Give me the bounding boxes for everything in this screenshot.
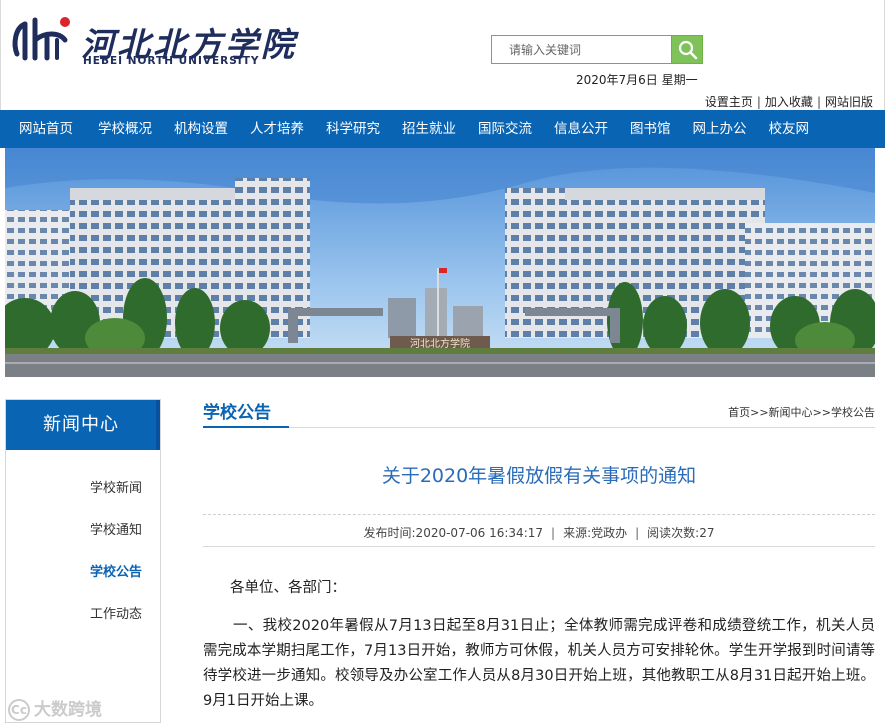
section-divider-accent bbox=[203, 426, 289, 428]
nav-item-education[interactable]: 人才培养 bbox=[239, 110, 315, 148]
watermark-logo: Cc bbox=[8, 699, 30, 721]
meta-divider: | bbox=[551, 526, 556, 540]
article-source: 来源:党政办 bbox=[563, 526, 628, 540]
old-site-link[interactable]: 网站旧版 bbox=[825, 95, 873, 109]
breadcrumb-home[interactable]: 首页 bbox=[728, 406, 750, 419]
divider: | bbox=[816, 95, 821, 109]
current-date: 2020年7月6日 星期一 bbox=[576, 73, 698, 87]
nav-item-home[interactable]: 网站首页 bbox=[8, 110, 87, 148]
breadcrumb: 首页>>新闻中心>>学校公告 bbox=[728, 404, 875, 420]
watermark-text: 大数跨境 bbox=[34, 700, 102, 720]
publish-time: 发布时间:2020-07-06 16:34:17 bbox=[363, 526, 544, 540]
watermark: Cc 大数跨境 bbox=[8, 695, 102, 721]
search-icon bbox=[678, 40, 698, 60]
sidebar: 新闻中心 学校新闻 学校通知 学校公告 工作动态 bbox=[5, 399, 161, 723]
nav-item-international[interactable]: 国际交流 bbox=[467, 110, 543, 148]
sidebar-menu: 学校新闻 学校通知 学校公告 工作动态 bbox=[6, 468, 160, 636]
nav-item-alumni[interactable]: 校友网 bbox=[758, 110, 821, 148]
add-favorite-link[interactable]: 加入收藏 bbox=[765, 95, 813, 109]
sidebar-item-school-notices[interactable]: 学校通知 bbox=[6, 510, 160, 552]
search-button[interactable] bbox=[671, 35, 703, 64]
set-homepage-link[interactable]: 设置主页 bbox=[705, 95, 753, 109]
section-divider bbox=[203, 427, 875, 428]
logo-english-name: HEBEI NORTH UNIVERSITY bbox=[83, 55, 260, 67]
dashed-divider bbox=[203, 514, 875, 515]
section-title: 学校公告 bbox=[203, 403, 271, 423]
sidebar-title: 新闻中心 bbox=[6, 400, 160, 450]
nav-item-disclosure[interactable]: 信息公开 bbox=[543, 110, 619, 148]
main-navigation: 网站首页 学校概况 机构设置 人才培养 科学研究 招生就业 国际交流 信息公开 … bbox=[0, 110, 885, 148]
top-links: 设置主页 | 加入收藏 | 网站旧版 bbox=[705, 93, 873, 110]
site-header: 河北北方学院 HEBEI NORTH UNIVERSITY 2020年7月6日 … bbox=[0, 0, 885, 110]
meta-divider-line bbox=[203, 546, 875, 547]
breadcrumb-separator: >> bbox=[750, 406, 769, 419]
nav-item-admissions[interactable]: 招生就业 bbox=[391, 110, 467, 148]
nav-item-online-office[interactable]: 网上办公 bbox=[682, 110, 758, 148]
sidebar-item-school-announcements[interactable]: 学校公告 bbox=[6, 552, 160, 594]
search-box bbox=[491, 35, 703, 64]
divider: | bbox=[756, 95, 761, 109]
nav-item-overview[interactable]: 学校概况 bbox=[87, 110, 163, 148]
view-count: 阅读次数:27 bbox=[647, 526, 715, 540]
breadcrumb-announcements[interactable]: 学校公告 bbox=[831, 406, 875, 419]
search-input[interactable] bbox=[491, 35, 671, 64]
sidebar-item-work-updates[interactable]: 工作动态 bbox=[6, 594, 160, 636]
article-greeting: 各单位、各部门： bbox=[230, 580, 346, 596]
sidebar-item-school-news[interactable]: 学校新闻 bbox=[6, 468, 160, 510]
university-emblem-icon bbox=[12, 17, 70, 61]
breadcrumb-news-center[interactable]: 新闻中心 bbox=[769, 406, 813, 419]
campus-banner-image: 河北北方学院 bbox=[5, 148, 875, 377]
article-paragraph: 一、我校2020年暑假从7月13日起至8月31日止；全体教师需完成评卷和成绩登统… bbox=[203, 618, 875, 709]
nav-item-library[interactable]: 图书馆 bbox=[619, 110, 682, 148]
article-title: 关于2020年暑假放假有关事项的通知 bbox=[381, 465, 697, 487]
article-meta: 发布时间:2020-07-06 16:34:17 | 来源:党政办 | 阅读次数:27 bbox=[203, 524, 875, 541]
nav-item-research[interactable]: 科学研究 bbox=[315, 110, 391, 148]
breadcrumb-separator: >> bbox=[812, 406, 831, 419]
meta-divider: | bbox=[635, 526, 640, 540]
university-logo[interactable]: 河北北方学院 HEBEI NORTH UNIVERSITY bbox=[11, 14, 294, 70]
nav-item-organization[interactable]: 机构设置 bbox=[163, 110, 239, 148]
